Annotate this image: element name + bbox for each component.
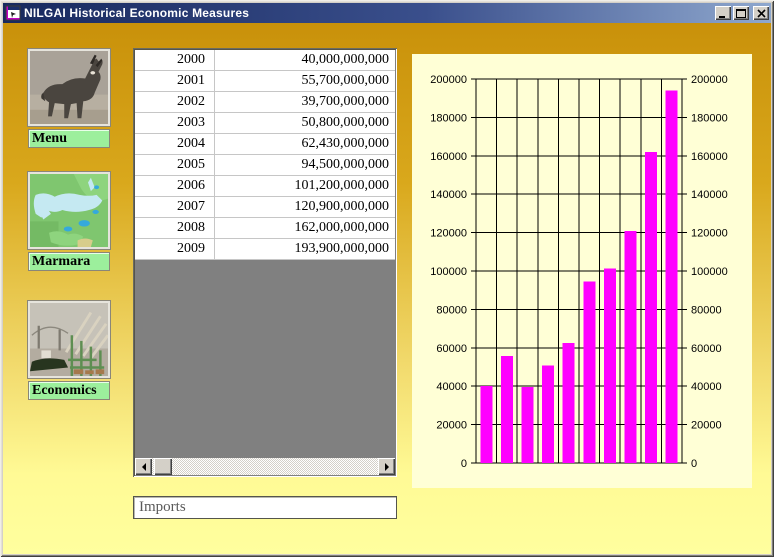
year-cell: 2005 [135,155,215,175]
year-cell: 2003 [135,113,215,133]
year-cell: 2001 [135,71,215,91]
bar [625,231,637,463]
y-axis-label-right: 80000 [691,304,722,316]
sidebar-item-marmara-label[interactable]: Marmara [28,252,110,271]
y-axis-label-left: 180000 [430,112,467,124]
y-axis-label-right: 140000 [691,189,728,201]
table-row[interactable]: 2006101,200,000,000 [135,176,395,197]
bar [501,356,513,463]
y-axis-label-left: 200000 [430,74,467,86]
scroll-right-arrow-icon [385,463,389,471]
year-cell: 2002 [135,92,215,112]
maximize-button[interactable] [733,6,749,20]
sidebar-item-economics-label[interactable]: Economics [28,381,110,400]
title-bar[interactable]: NILGAI Historical Economic Measures [3,3,771,23]
client-area: Menu Marmara [3,23,771,554]
y-axis-label-left: 100000 [430,266,467,278]
data-grid: 200040,000,000,000200155,700,000,0002002… [133,48,397,477]
port-cranes-photo[interactable] [28,301,110,378]
bar [604,269,616,463]
table-row[interactable]: 200462,430,000,000 [135,134,395,155]
bar [480,386,492,463]
value-cell: 193,900,000,000 [215,239,395,259]
value-cell: 101,200,000,000 [215,176,395,196]
bar [542,365,554,463]
scroll-left-button[interactable] [135,458,152,475]
value-cell: 62,430,000,000 [215,134,395,154]
table-row[interactable]: 200594,500,000,000 [135,155,395,176]
y-axis-label-left: 160000 [430,151,467,163]
y-axis-label-right: 20000 [691,420,722,432]
form-window-icon [5,5,21,21]
y-axis-label-right: 60000 [691,343,722,355]
year-cell: 2006 [135,176,215,196]
y-axis-label-left: 40000 [436,381,467,393]
nilgai-antelope-photo[interactable] [28,49,110,126]
horizontal-scrollbar[interactable] [135,458,395,475]
marmara-region-map[interactable] [28,172,110,249]
year-cell: 2004 [135,134,215,154]
y-axis-label-right: 160000 [691,151,728,163]
y-axis-label-left: 20000 [436,420,467,432]
grid-empty-area [135,260,395,458]
value-cell: 40,000,000,000 [215,50,395,70]
value-cell: 55,700,000,000 [215,71,395,91]
table-row[interactable]: 2007120,900,000,000 [135,197,395,218]
imports-field[interactable] [133,496,397,519]
y-axis-label-left: 60000 [436,343,467,355]
y-axis-label-right: 200000 [691,74,728,86]
bar [666,91,678,463]
table-row[interactable]: 2009193,900,000,000 [135,239,395,260]
table-row[interactable]: 200040,000,000,000 [135,50,395,71]
bar [645,152,657,463]
value-cell: 39,700,000,000 [215,92,395,112]
y-axis-label-right: 0 [691,458,697,470]
value-cell: 120,900,000,000 [215,197,395,217]
scrollbar-thumb[interactable] [154,458,172,475]
y-axis-label-left: 80000 [436,304,467,316]
bar [563,343,575,463]
table-row[interactable]: 200155,700,000,000 [135,71,395,92]
y-axis-label-left: 140000 [430,189,467,201]
y-axis-label-left: 0 [461,458,467,470]
year-cell: 2000 [135,50,215,70]
table-rows: 200040,000,000,000200155,700,000,0002002… [135,50,395,260]
minimize-button[interactable] [715,6,731,20]
value-cell: 162,000,000,000 [215,218,395,238]
bar [583,282,595,463]
value-cell: 50,800,000,000 [215,113,395,133]
year-cell: 2009 [135,239,215,259]
scroll-right-button[interactable] [378,458,395,475]
y-axis-label-right: 40000 [691,381,722,393]
window-title: NILGAI Historical Economic Measures [24,6,712,20]
year-cell: 2007 [135,197,215,217]
y-axis-label-right: 120000 [691,228,728,240]
sidebar-item-economics[interactable]: Economics [28,301,110,400]
imports-bar-chart: 0 0 20000 20000 40000 40000 60000 60000 80000 800… [412,54,752,488]
y-axis-label-right: 100000 [691,266,728,278]
sidebar-item-menu[interactable]: Menu [28,49,110,148]
sidebar-item-marmara[interactable]: Marmara [28,172,110,271]
close-button[interactable] [753,6,769,20]
table-row[interactable]: 200239,700,000,000 [135,92,395,113]
table-row[interactable]: 2008162,000,000,000 [135,218,395,239]
bar [522,387,534,463]
value-cell: 94,500,000,000 [215,155,395,175]
y-axis-label-left: 120000 [430,228,467,240]
scroll-left-arrow-icon [142,463,146,471]
sidebar-item-menu-label[interactable]: Menu [28,129,110,148]
app-window: NILGAI Historical Economic Measures [0,0,774,557]
year-cell: 2008 [135,218,215,238]
scrollbar-track[interactable] [152,458,378,475]
y-axis-label-right: 180000 [691,112,728,124]
table-row[interactable]: 200350,800,000,000 [135,113,395,134]
